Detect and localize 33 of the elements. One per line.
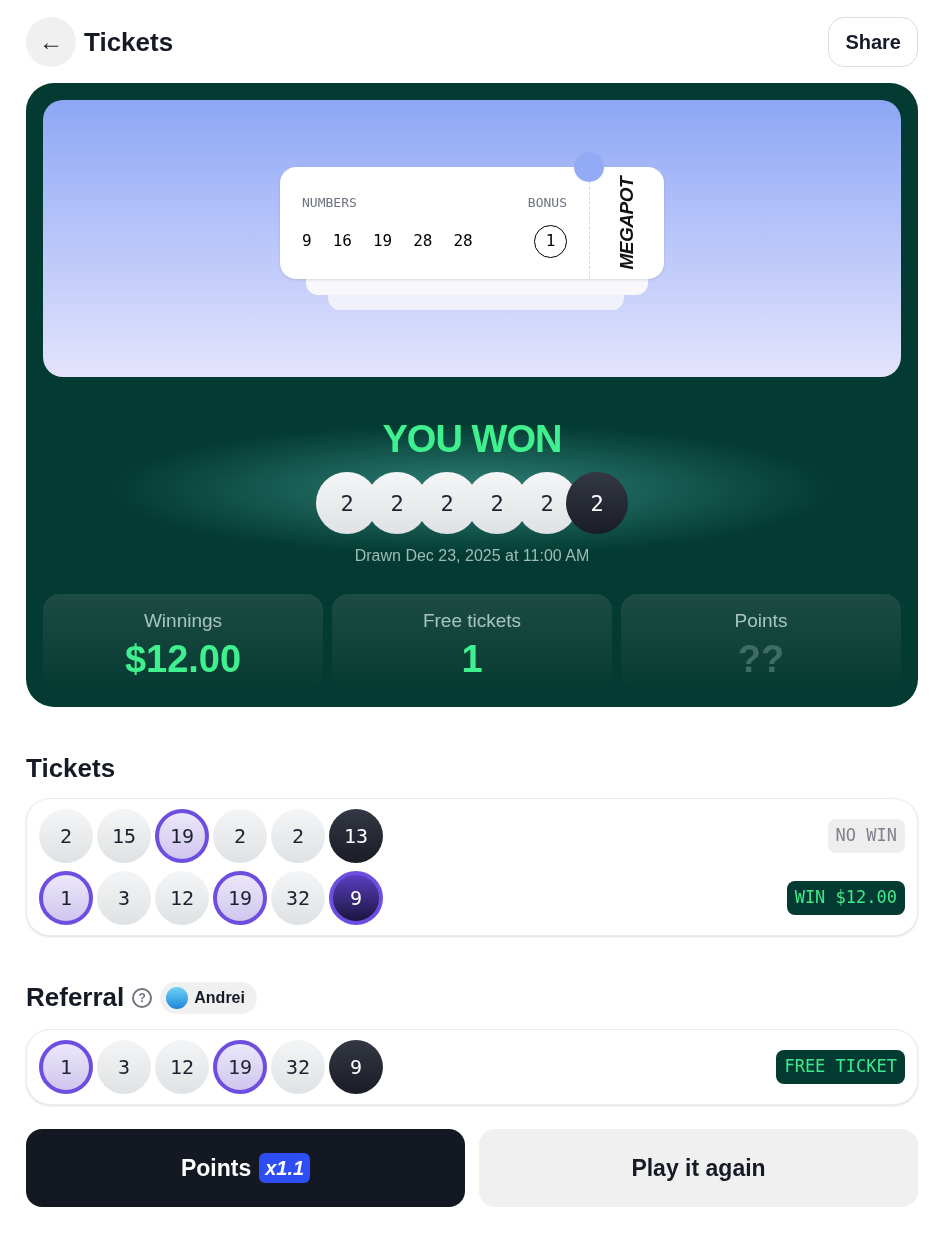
result-badge: NO WIN	[827, 819, 905, 853]
stat-value: ??	[737, 636, 785, 682]
multiplier-badge: x1.1	[259, 1153, 311, 1183]
ticket-number: 19	[372, 230, 393, 252]
avatar-icon	[166, 986, 189, 1009]
back-button[interactable]: ←	[26, 17, 76, 67]
win-title: YOU WON	[382, 417, 562, 462]
stat-value: 1	[461, 636, 483, 682]
ticket-number: 9	[302, 230, 312, 252]
result-badge: FREE TICKET	[776, 1050, 905, 1084]
draw-date: Drawn Dec 23, 2025 at 11:00 AM	[354, 546, 590, 566]
button-label: Points	[180, 1153, 252, 1183]
section-heading: Referral	[26, 981, 125, 1014]
ticket-number: 28	[453, 230, 473, 252]
stat-label: Points	[734, 609, 788, 633]
user-name: Andrei	[194, 987, 246, 1008]
user-chip[interactable]: Andrei	[160, 981, 257, 1014]
brand-logo: MEGAPOT	[614, 176, 638, 270]
stat-label: Free tickets	[422, 609, 522, 633]
section-heading: Tickets	[26, 752, 117, 785]
stat-label: Winnings	[143, 609, 223, 633]
points-button[interactable]: Points x1.1	[26, 1129, 465, 1207]
ticket-notch	[574, 152, 604, 182]
ticket-number: 28	[413, 230, 433, 252]
play-again-button[interactable]: Play it again	[479, 1129, 918, 1207]
page-title: Tickets	[84, 25, 174, 59]
stat-value: $12.00	[124, 636, 242, 682]
ticket-number: 16	[332, 230, 352, 252]
help-icon[interactable]: ?	[132, 987, 153, 1008]
result-badge: WIN $12.00	[786, 881, 905, 915]
bonus-label: BONUS	[527, 194, 567, 212]
share-button[interactable]: Share	[828, 17, 918, 67]
numbers-label: NUMBERS	[302, 194, 357, 212]
